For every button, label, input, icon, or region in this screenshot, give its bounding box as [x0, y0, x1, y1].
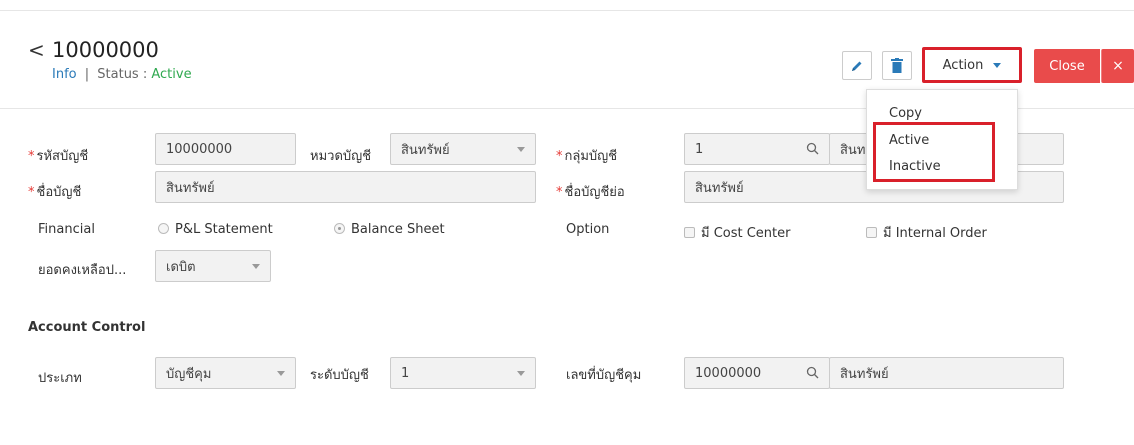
close-label: Close	[1049, 58, 1085, 74]
pl-statement-radio[interactable]: P&L Statement	[158, 222, 273, 237]
search-icon[interactable]	[806, 142, 819, 155]
action-button[interactable]: Action	[922, 47, 1022, 83]
financial-label: Financial	[38, 222, 95, 237]
balance-type-label: ยอดคงเหลือป...	[38, 263, 127, 278]
balance-sheet-radio[interactable]: Balance Sheet	[334, 222, 445, 237]
account-category-label: หมวดบัญชี	[310, 149, 372, 164]
account-short-name-label: * ชื่อบัญชีย่อ	[556, 185, 625, 200]
account-name-label: * ชื่อบัญชี	[28, 185, 82, 200]
control-account-no-label: เลขที่บัญชีคุม	[566, 368, 642, 383]
page-title: 10000000	[52, 38, 159, 62]
account-category-value: สินทรัพย์	[401, 142, 450, 158]
account-code-field[interactable]: 10000000	[155, 133, 296, 165]
chevron-down-icon	[517, 371, 525, 376]
chevron-down-icon	[277, 371, 285, 376]
status-value: Active	[151, 67, 192, 82]
top-divider	[0, 10, 1134, 11]
info-link[interactable]: Info	[52, 67, 77, 82]
close-x-button[interactable]: ×	[1101, 49, 1134, 83]
trash-icon	[891, 58, 903, 73]
search-icon[interactable]	[806, 366, 819, 379]
account-category-select[interactable]: สินทรัพย์	[390, 133, 536, 165]
balance-type-select[interactable]: เดบิต	[155, 250, 271, 282]
account-name-field[interactable]: สินทรัพย์	[155, 171, 536, 203]
account-group-label: * กลุ่มบัญชี	[556, 149, 618, 164]
internal-order-checkbox[interactable]: มี Internal Order	[866, 222, 987, 243]
highlight-box	[873, 122, 995, 182]
type-value: บัญชีคุม	[166, 366, 212, 382]
option-label: Option	[566, 222, 610, 237]
account-level-label: ระดับบัญชี	[310, 368, 369, 383]
delete-button[interactable]	[882, 51, 912, 80]
chevron-down-icon	[252, 264, 260, 269]
chevron-down-icon	[517, 147, 525, 152]
back-chevron-icon[interactable]: <	[28, 40, 45, 60]
account-code-label: * รหัสบัญชี	[28, 149, 89, 164]
account-group-value: 1	[695, 141, 704, 157]
control-account-no-value: 10000000	[695, 365, 762, 381]
edit-button[interactable]	[842, 51, 872, 80]
type-label: ประเภท	[38, 371, 82, 386]
header-separator: |	[84, 67, 90, 82]
type-select[interactable]: บัญชีคุม	[155, 357, 296, 389]
checkbox-icon	[866, 227, 877, 238]
radio-selected-icon	[334, 223, 345, 234]
menu-item-copy[interactable]: Copy	[889, 106, 922, 121]
cost-center-checkbox[interactable]: มี Cost Center	[684, 222, 791, 243]
status-label: Status :	[97, 67, 148, 82]
account-group-input[interactable]: 1	[684, 133, 830, 165]
account-control-heading: Account Control	[28, 320, 146, 335]
checkbox-icon	[684, 227, 695, 238]
radio-icon	[158, 223, 169, 234]
control-account-no-input[interactable]: 10000000	[684, 357, 830, 389]
control-account-name-field: สินทรัพย์	[829, 357, 1064, 389]
pencil-icon	[852, 61, 862, 71]
caret-down-icon	[993, 62, 1002, 68]
close-button[interactable]: Close	[1034, 49, 1100, 83]
balance-type-value: เดบิต	[166, 259, 196, 275]
account-level-value: 1	[401, 365, 410, 381]
action-label: Action	[942, 57, 984, 73]
header-subline: Info | Status : Active	[52, 66, 192, 84]
account-level-select[interactable]: 1	[390, 357, 536, 389]
